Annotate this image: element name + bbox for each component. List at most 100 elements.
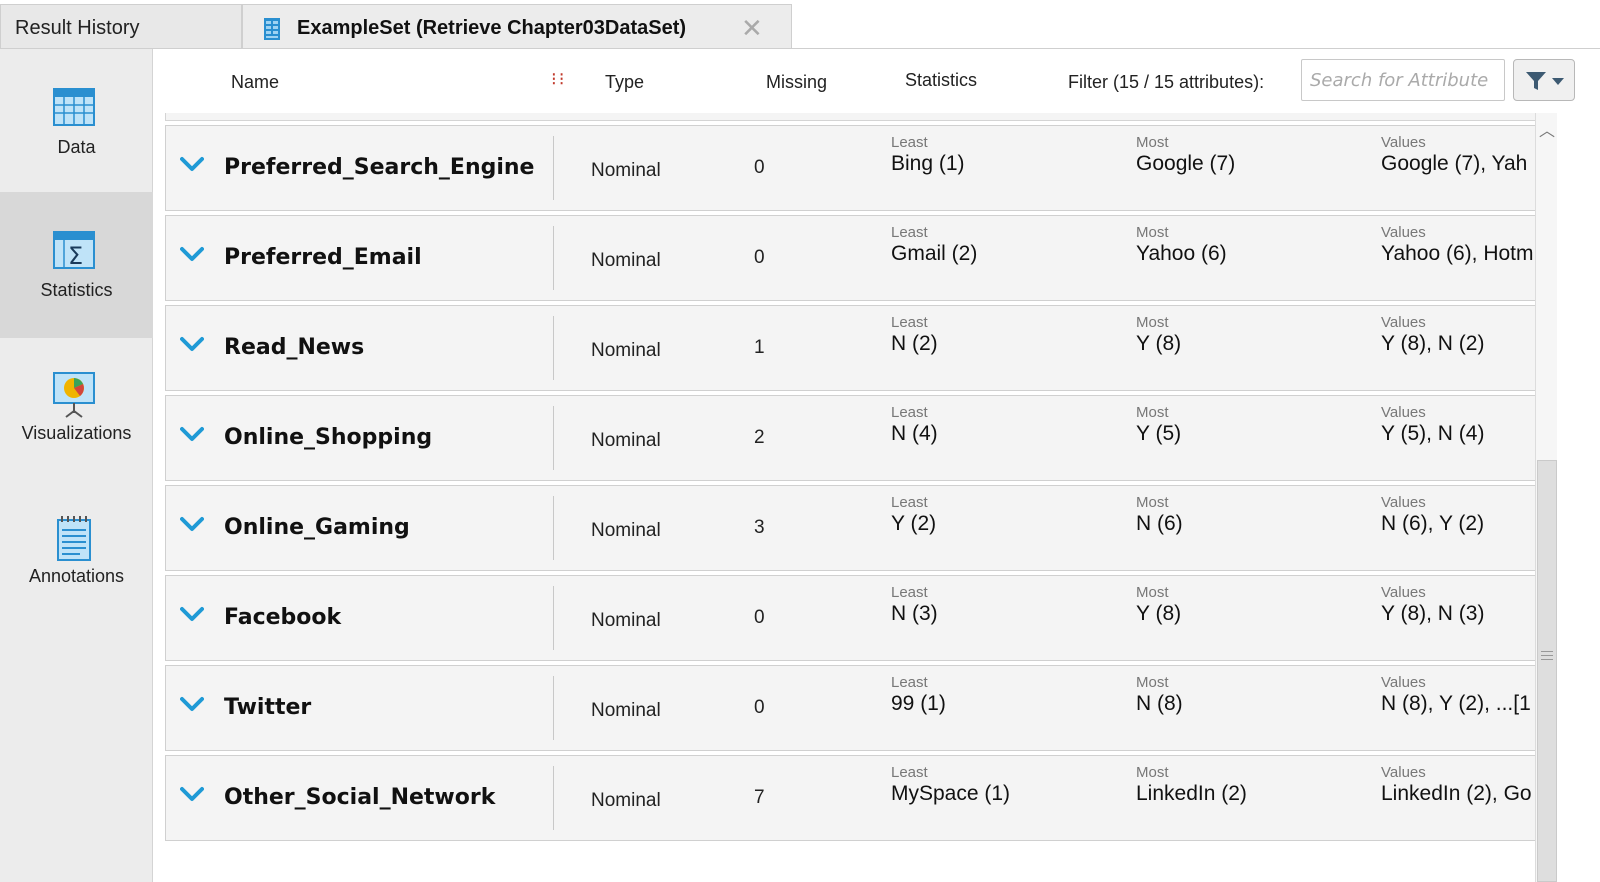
dataset-icon — [264, 18, 280, 40]
divider — [553, 406, 554, 470]
attribute-type: Nominal — [591, 520, 661, 541]
most-cell: Most Yahoo (6) — [1136, 224, 1227, 266]
divider — [553, 316, 554, 380]
chevron-down-icon[interactable] — [180, 156, 204, 172]
least-value: N (4) — [891, 422, 938, 445]
chevron-down-icon[interactable] — [180, 696, 204, 712]
least-cell: Least Bing (1) — [891, 134, 965, 176]
attribute-type: Nominal — [591, 250, 661, 271]
missing-count: 0 — [754, 607, 765, 628]
most-value: Google (7) — [1136, 152, 1236, 175]
sidebar-item-visualizations[interactable]: Visualizations — [0, 335, 153, 481]
tab-result-history[interactable]: Result History — [0, 4, 242, 48]
least-cell: Least N (4) — [891, 404, 938, 446]
least-cell: Least 99 (1) — [891, 674, 946, 716]
least-cell: Least N (2) — [891, 314, 938, 356]
attribute-name: Read_News — [224, 335, 365, 360]
close-icon[interactable]: ✕ — [741, 13, 763, 44]
least-caption: Least — [891, 764, 928, 781]
sidebar-item-label: Annotations — [28, 566, 125, 586]
attribute-name: Twitter — [224, 695, 312, 720]
column-resize-icon[interactable]: ⁝⁝ — [551, 69, 566, 90]
least-cell: Least Gmail (2) — [891, 224, 977, 266]
header-missing[interactable]: Missing — [766, 72, 827, 93]
most-cell: Most Google (7) — [1136, 134, 1235, 176]
values-caption: Values — [1381, 764, 1426, 781]
missing-count: 0 — [754, 247, 765, 268]
attribute-row[interactable]: Preferred_Email Nominal 0 Least Gmail (2) Mos… — [165, 215, 1550, 301]
values-caption: Values — [1381, 584, 1426, 601]
attribute-row[interactable]: Other_Social_Network Nominal 7 Least MySpace… — [165, 755, 1550, 841]
divider — [553, 226, 554, 290]
most-cell: Most LinkedIn (2) — [1136, 764, 1247, 806]
values-list: Y (5), N (4) — [1381, 422, 1485, 445]
sidebar-item-label: Data — [57, 137, 96, 157]
attribute-name: Facebook — [224, 605, 342, 630]
least-value: 99 (1) — [891, 692, 946, 715]
filter-label: Filter (15 / 15 attributes): — [1068, 72, 1265, 92]
scroll-thumb[interactable] — [1537, 460, 1557, 882]
most-cell: Most Y (5) — [1136, 404, 1181, 446]
values-cell: Values N (6), Y (2) — [1381, 494, 1484, 536]
values-list: Google (7), Yah — [1381, 152, 1528, 175]
least-cell: Least Y (2) — [891, 494, 936, 536]
chevron-down-icon[interactable] — [180, 246, 204, 262]
values-cell: Values Google (7), Yah — [1381, 134, 1527, 176]
most-caption: Most — [1136, 584, 1169, 601]
chevron-down-icon[interactable] — [180, 606, 204, 622]
least-value: Gmail (2) — [891, 242, 978, 265]
chevron-down-icon[interactable] — [180, 336, 204, 352]
least-caption: Least — [891, 224, 928, 241]
sidebar-item-annotations[interactable]: Annotations — [0, 478, 153, 624]
missing-count: 0 — [754, 157, 765, 178]
divider — [553, 766, 554, 830]
sidebar-item-statistics[interactable]: Σ Statistics — [0, 192, 153, 338]
scroll-up-icon[interactable]: ︿ — [1539, 117, 1555, 141]
least-caption: Least — [891, 674, 928, 691]
missing-count: 7 — [754, 787, 765, 808]
attribute-name: Preferred_Search_Engine — [224, 155, 535, 180]
most-value: LinkedIn (2) — [1136, 782, 1247, 805]
sidebar-item-label: Statistics — [40, 280, 113, 300]
search-input[interactable]: Search for Attribute — [1301, 59, 1505, 101]
missing-count: 3 — [754, 517, 765, 538]
attribute-row[interactable]: Preferred_Search_Engine Nominal 0 Least Bing… — [165, 125, 1550, 211]
svg-text:Σ: Σ — [68, 242, 83, 270]
values-caption: Values — [1381, 314, 1426, 331]
filter-dropdown-button[interactable] — [1513, 59, 1575, 101]
values-cell: Values Y (5), N (4) — [1381, 404, 1484, 446]
attribute-row[interactable]: Facebook Nominal 0 Least N (3) Most Y (8) Value… — [165, 575, 1550, 661]
tab-bar: Result History ExampleSet (Retrieve Chap… — [0, 0, 1600, 50]
header-name[interactable]: Name — [231, 72, 279, 93]
attribute-row[interactable]: Online_Shopping Nominal 2 Least N (4) Most Y (… — [165, 395, 1550, 481]
values-cell: Values N (8), Y (2), ...[1 — [1381, 674, 1531, 716]
most-caption: Most — [1136, 404, 1169, 421]
attribute-name: Online_Shopping — [224, 425, 433, 450]
values-list: N (8), Y (2), ...[1 — [1381, 692, 1531, 715]
sidebar-item-data[interactable]: Data — [0, 49, 153, 195]
chart-board-icon — [53, 372, 95, 418]
attribute-type: Nominal — [591, 340, 661, 361]
chevron-down-icon[interactable] — [180, 426, 204, 442]
chevron-down-icon[interactable] — [180, 786, 204, 802]
most-value: N (8) — [1136, 692, 1183, 715]
least-caption: Least — [891, 314, 928, 331]
most-caption: Most — [1136, 224, 1169, 241]
row-partial — [165, 113, 1550, 121]
header-statistics[interactable]: Statistics — [905, 70, 977, 91]
most-caption: Most — [1136, 674, 1169, 691]
vertical-scrollbar[interactable]: ︿ — [1535, 113, 1557, 882]
most-caption: Most — [1136, 314, 1169, 331]
least-value: N (3) — [891, 602, 938, 625]
attribute-type: Nominal — [591, 610, 661, 631]
header-type[interactable]: Type — [605, 72, 644, 93]
view-sidebar: Data Σ Statistics Visualizations Annotat… — [0, 49, 153, 882]
tab-exampleset[interactable]: ExampleSet (Retrieve Chapter03DataSet) ✕ — [242, 4, 792, 50]
values-caption: Values — [1381, 224, 1426, 241]
attribute-row[interactable]: Online_Gaming Nominal 3 Least Y (2) Most N (6)… — [165, 485, 1550, 571]
attribute-row[interactable]: Twitter Nominal 0 Least 99 (1) Most N (8) Value… — [165, 665, 1550, 751]
attribute-row[interactable]: Read_News Nominal 1 Least N (2) Most Y (8) Valu… — [165, 305, 1550, 391]
attribute-name: Preferred_Email — [224, 245, 422, 270]
chevron-down-icon[interactable] — [180, 516, 204, 532]
statistics-panel: Name ⁝⁝ Type Missing Statistics Filter (… — [153, 49, 1600, 882]
